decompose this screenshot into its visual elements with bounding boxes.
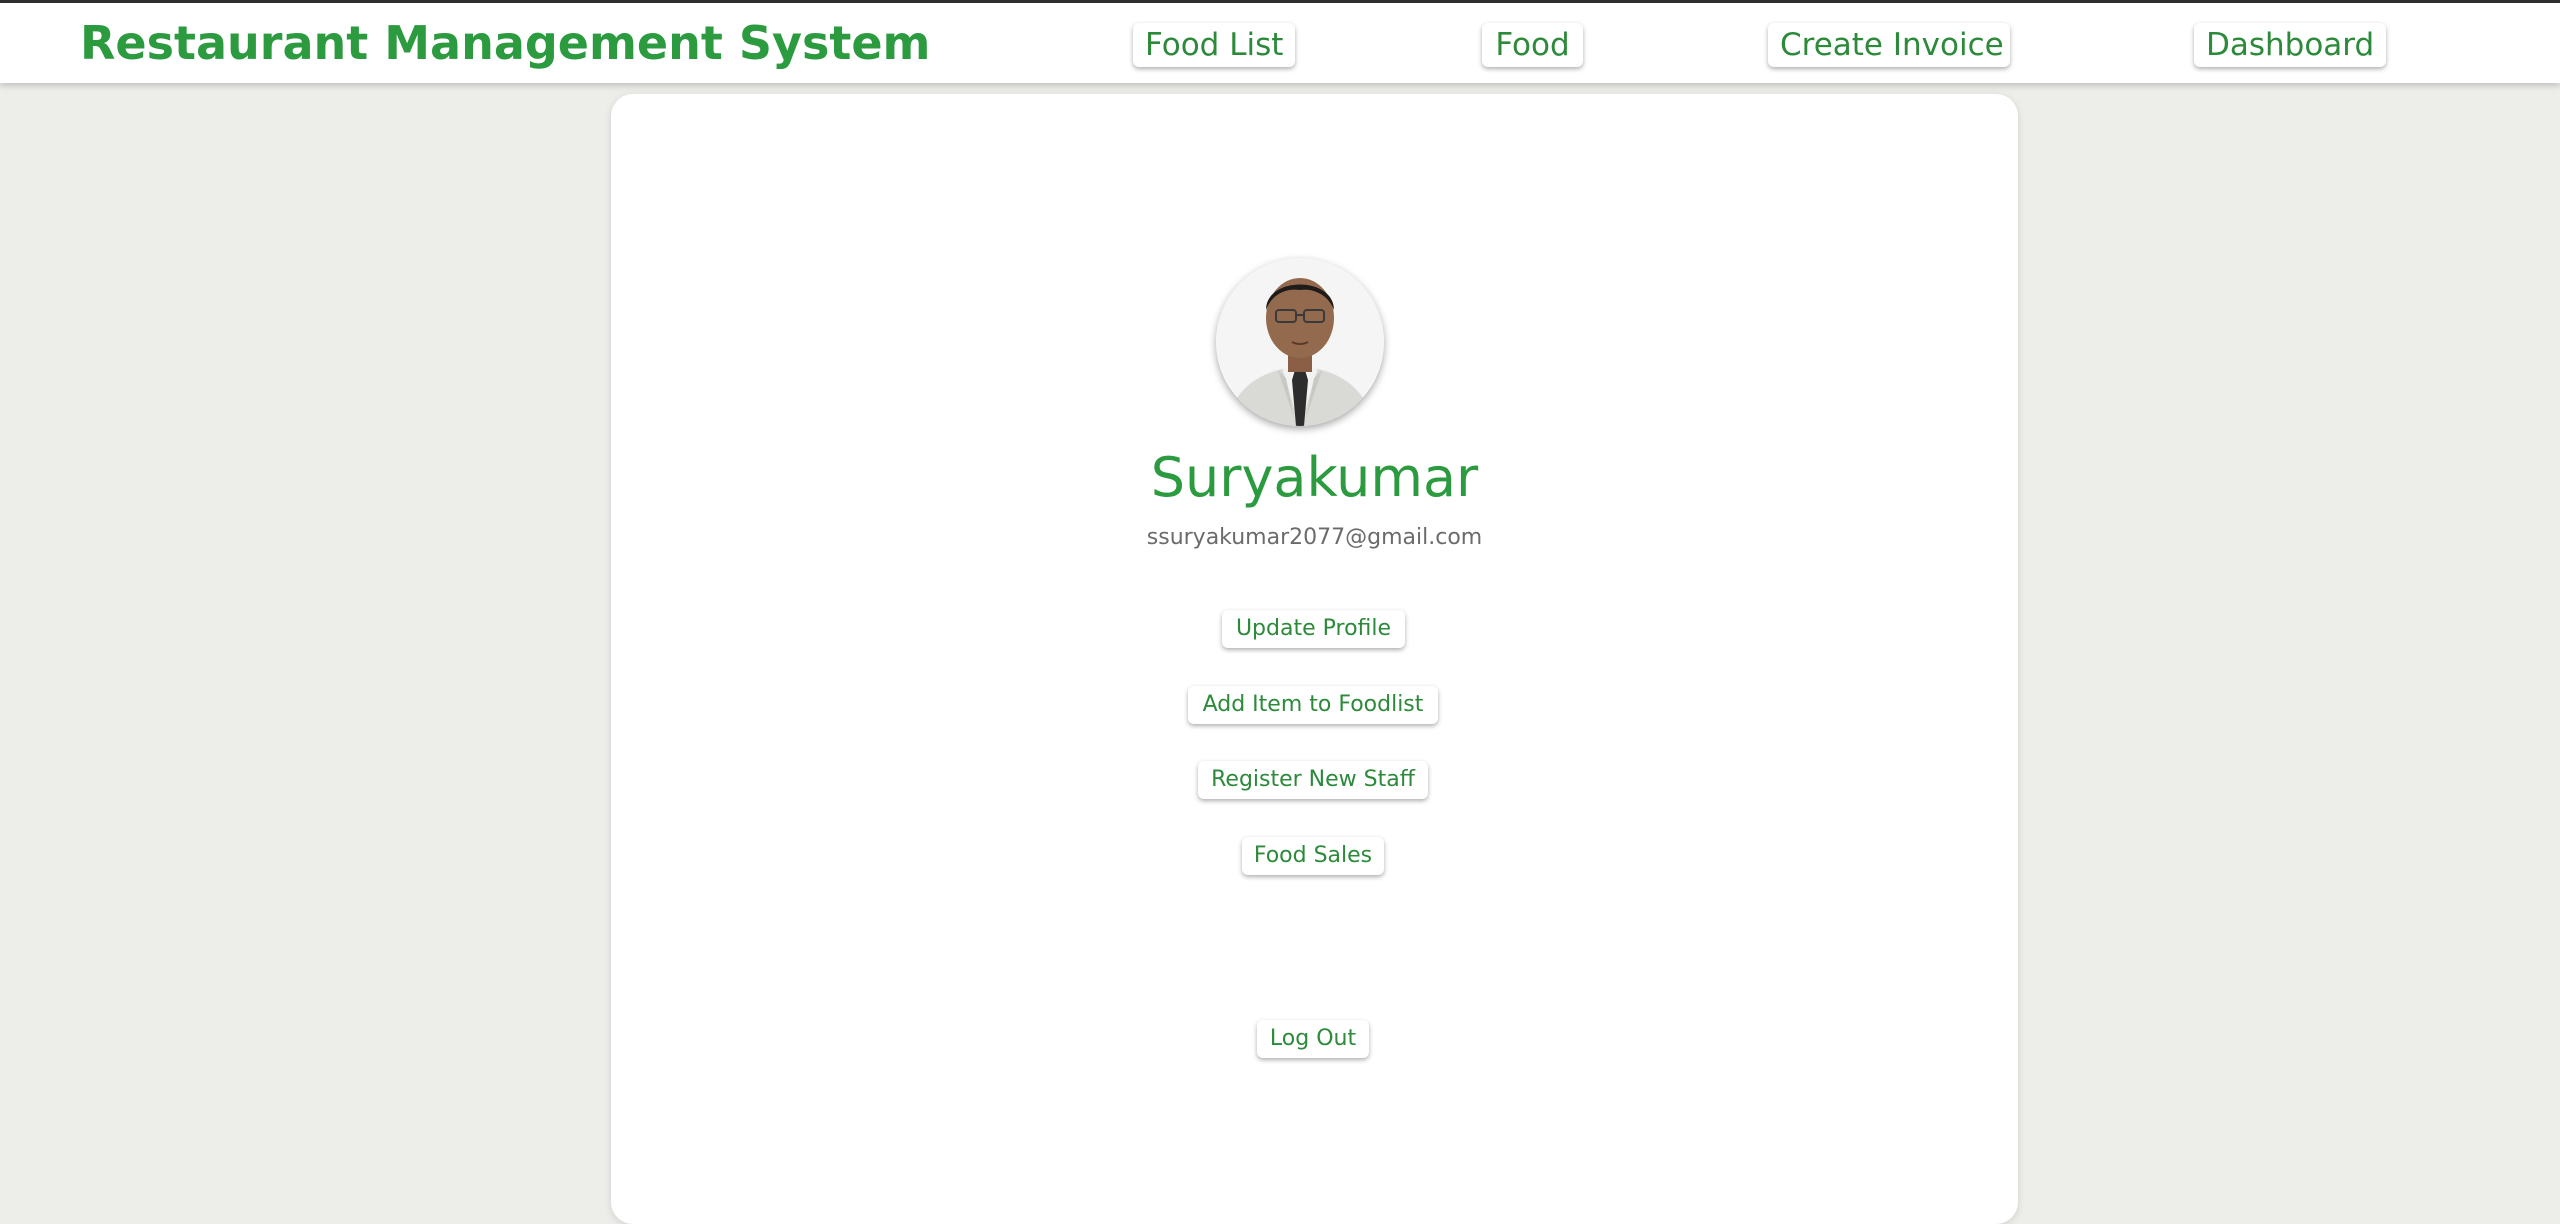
nav-food-list-button[interactable]: Food List xyxy=(1133,23,1295,67)
nav-dashboard-button[interactable]: Dashboard xyxy=(2194,23,2386,67)
brand-title: Restaurant Management System xyxy=(80,16,931,70)
logout-button[interactable]: Log Out xyxy=(1257,1020,1369,1058)
register-new-staff-button[interactable]: Register New Staff xyxy=(1198,761,1428,799)
user-photo-icon xyxy=(1216,258,1384,426)
update-profile-button[interactable]: Update Profile xyxy=(1222,610,1405,648)
navbar: Restaurant Management System Food List F… xyxy=(0,3,2560,83)
nav-food-button[interactable]: Food xyxy=(1482,23,1583,67)
food-sales-button[interactable]: Food Sales xyxy=(1242,837,1384,875)
avatar xyxy=(1216,258,1384,426)
profile-email: ssuryakumar2077@gmail.com xyxy=(1146,525,1483,550)
profile-name: Suryakumar xyxy=(1150,446,1479,509)
add-item-to-foodlist-button[interactable]: Add Item to Foodlist xyxy=(1188,686,1438,724)
nav-create-invoice-button[interactable]: Create Invoice xyxy=(1768,23,2010,67)
